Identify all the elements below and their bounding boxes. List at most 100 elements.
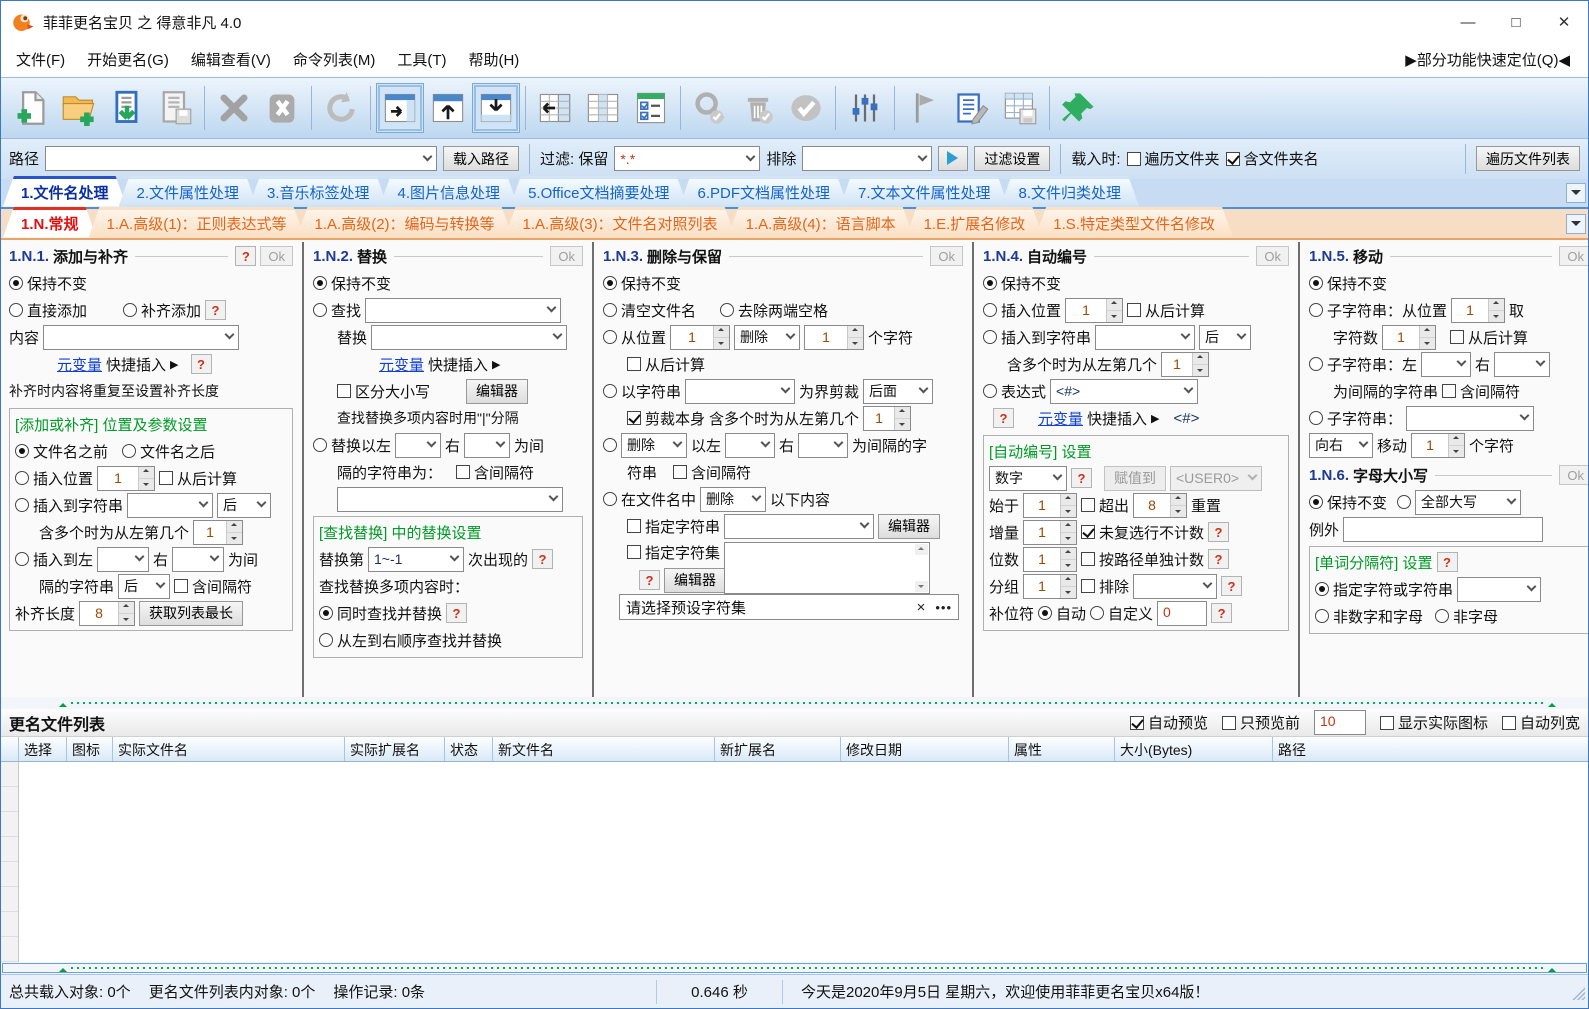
help-button[interactable]: ? (1211, 603, 1233, 624)
flag-icon[interactable] (900, 83, 948, 133)
preset-charset-field[interactable]: 请选择预设字符集 × ••• (619, 594, 959, 621)
radio-option[interactable]: 子字符串：从位置 (1309, 300, 1447, 321)
include-folder-name-checkbox[interactable]: 含文件夹名 (1225, 148, 1319, 169)
column-header[interactable]: 状态 (445, 737, 493, 762)
combobox[interactable]: 1~-1 (368, 546, 465, 572)
radio-option[interactable]: 保持不变 (603, 273, 681, 294)
menu-item-2[interactable]: 编辑查看(V) (180, 44, 282, 75)
meta-variable-link[interactable]: 元变量 (379, 354, 424, 375)
tab-main-7[interactable]: 8.文件归类处理 (1001, 176, 1140, 207)
button[interactable]: 编辑器 (664, 567, 726, 593)
clean-icon[interactable] (734, 83, 782, 133)
spinner[interactable]: 1 (97, 465, 156, 491)
more-icon[interactable]: ••• (935, 600, 952, 615)
combobox[interactable] (97, 546, 150, 572)
tab-main-0[interactable]: 1.文件名处理 (3, 176, 127, 207)
radio-option[interactable]: 直接添加 (9, 300, 87, 321)
panel-right-icon[interactable] (376, 82, 424, 133)
tab-sub-6[interactable]: 1.S.特定类型文件名修改 (1035, 207, 1233, 238)
spinner[interactable]: 1 (1411, 432, 1466, 458)
radio-option[interactable]: 保持不变 (983, 273, 1061, 294)
combobox[interactable] (395, 432, 442, 458)
delete-box-icon[interactable] (258, 83, 306, 133)
combobox[interactable] (1406, 405, 1535, 431)
spinner-buttons[interactable] (118, 601, 135, 625)
combobox[interactable] (1133, 573, 1218, 599)
radio-option[interactable]: 保持不变 (313, 273, 391, 294)
radio-option[interactable] (603, 438, 617, 453)
spinner-buttons[interactable] (1488, 298, 1505, 322)
traverse-folders-checkbox[interactable]: 遍历文件夹 (1126, 148, 1220, 169)
radio-option[interactable]: 去除两端空格 (720, 300, 828, 321)
ok-button[interactable]: Ok (930, 246, 963, 267)
panel-splitter[interactable] (302, 241, 304, 698)
combobox[interactable] (172, 546, 225, 572)
radio-option[interactable]: 指定字符或字符串 (1315, 579, 1453, 600)
radio-option[interactable]: 在文件名中 (603, 489, 696, 510)
spinner-buttons[interactable] (847, 325, 864, 349)
help-button[interactable]: ? (1221, 576, 1243, 597)
save-list-icon[interactable] (151, 83, 199, 133)
checkbox[interactable]: 未复选行不计数 (1081, 522, 1204, 543)
refresh-icon[interactable] (317, 83, 365, 133)
apply-filter-button[interactable] (938, 146, 969, 172)
load-list-icon[interactable] (103, 83, 151, 133)
help-button[interactable]: ? (1208, 522, 1230, 543)
radio-option[interactable]: 保持不变 (1309, 273, 1387, 294)
combobox[interactable]: 删除 (734, 324, 801, 350)
button[interactable]: 赋值到 (1104, 465, 1166, 491)
expand-arrow-icon[interactable]: ▶ (170, 358, 178, 371)
radio-option[interactable]: 非字母 (1435, 606, 1498, 627)
spinner[interactable]: 1 (863, 405, 912, 431)
combobox[interactable] (127, 492, 214, 518)
menu-item-5[interactable]: 帮助(H) (457, 44, 530, 75)
spinner[interactable]: 1 (1451, 297, 1506, 323)
tab-sub-3[interactable]: 1.A.高级(3)：文件名对照列表 (505, 207, 736, 238)
column-header[interactable]: 路径 (1273, 737, 1589, 761)
combobox[interactable]: 后 (1199, 324, 1252, 350)
keep-filter-combobox[interactable]: *.* (614, 146, 761, 172)
radio-option[interactable]: 表达式 (983, 381, 1046, 402)
open-folder-icon[interactable] (55, 83, 103, 133)
spinner-buttons[interactable] (138, 466, 155, 490)
radio-option[interactable]: 从位置 (603, 327, 666, 348)
radio-option[interactable]: 自动 (1038, 603, 1086, 624)
check-list-icon[interactable] (627, 83, 675, 133)
expand-arrow-icon[interactable]: ▶ (492, 358, 500, 371)
combobox[interactable] (1457, 576, 1542, 602)
checkbox[interactable]: 从后计算 (159, 468, 237, 489)
help-button[interactable]: ? (1208, 549, 1230, 570)
radio-option[interactable]: 文件名之前 (15, 441, 108, 462)
spinner[interactable]: 8 (1133, 492, 1188, 518)
spinner[interactable]: 8 (79, 600, 136, 626)
menu-item-4[interactable]: 工具(T) (386, 44, 457, 75)
edit-cmds-icon[interactable] (948, 83, 996, 133)
ok-button[interactable]: Ok (1256, 246, 1289, 267)
ok-button[interactable]: Ok (1559, 246, 1588, 267)
spinner[interactable]: 1 (670, 324, 731, 350)
filter-settings-button[interactable]: 过滤设置 (974, 146, 1051, 172)
panel-splitter[interactable] (592, 241, 594, 698)
spinner[interactable]: 1 (1023, 546, 1078, 572)
spinner-buttons[interactable] (713, 325, 730, 349)
combobox[interactable]: 向右 (1309, 432, 1373, 458)
checkbox[interactable]: 从后计算 (627, 354, 705, 375)
menu-item-1[interactable]: 开始更名(G) (76, 44, 180, 75)
load-path-button[interactable]: 载入路径 (443, 146, 520, 172)
spinner-buttons[interactable] (1419, 325, 1436, 349)
combobox[interactable] (365, 297, 562, 323)
radio-option[interactable]: 子字符串：左 (1309, 354, 1417, 375)
column-header[interactable]: 图标 (67, 737, 113, 762)
column-header[interactable]: 实际扩展名 (345, 737, 445, 762)
radio-option[interactable] (1397, 495, 1412, 510)
radio-option[interactable]: 查找 (313, 300, 361, 321)
panel-splitter[interactable] (972, 241, 974, 698)
search-icon[interactable] (686, 83, 734, 133)
radio-option[interactable]: 子字符串： (1309, 408, 1402, 429)
spinner[interactable]: 1 (1023, 573, 1078, 599)
help-button[interactable]: ? (446, 603, 468, 624)
traverse-file-list-button[interactable]: 遍历文件列表 (1476, 146, 1580, 172)
radio-option[interactable]: 保持不变 (9, 273, 87, 294)
preview-count-input[interactable]: 10 (1313, 710, 1366, 736)
checkbox[interactable]: 指定字符串 (627, 516, 720, 537)
